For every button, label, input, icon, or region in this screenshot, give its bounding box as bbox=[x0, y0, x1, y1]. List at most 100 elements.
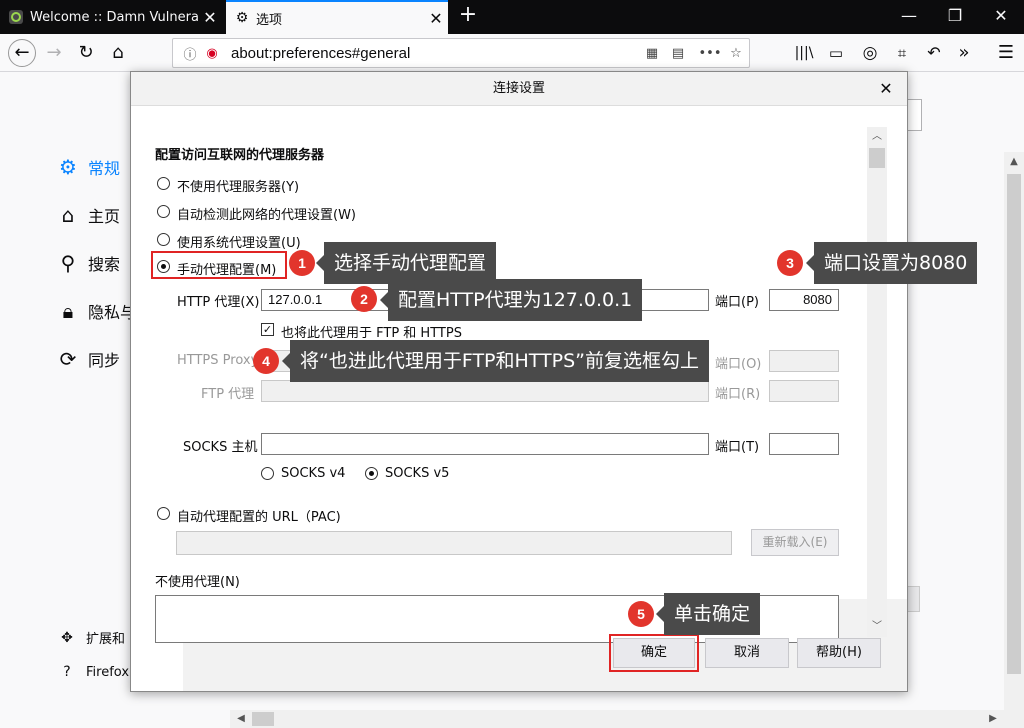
sidebar-item-privacy[interactable]: 🔒︎ 隐私与 bbox=[56, 299, 136, 323]
back-button[interactable]: ← bbox=[8, 39, 36, 67]
minimize-button[interactable]: — bbox=[886, 0, 932, 34]
undo-icon[interactable]: ↶ bbox=[920, 39, 948, 67]
ftp-port-label: 端口(R) bbox=[715, 387, 761, 402]
radio-system-proxy[interactable] bbox=[157, 233, 170, 246]
more-actions-icon[interactable]: ••• bbox=[697, 46, 723, 61]
dialog-title: 连接设置 bbox=[131, 72, 907, 106]
sidebar-toggle-icon[interactable]: ▭ bbox=[822, 39, 850, 67]
sync-icon: ⟳ bbox=[59, 347, 77, 371]
reload-button[interactable]: ↻ bbox=[72, 39, 100, 67]
scroll-thumb[interactable] bbox=[252, 712, 274, 726]
https-port-input[interactable] bbox=[769, 350, 839, 372]
section-title: 配置访问互联网的代理服务器 bbox=[155, 148, 325, 163]
overflow-chevron-icon[interactable]: » bbox=[950, 39, 978, 67]
annotation-badge-4: 4 bbox=[253, 348, 279, 374]
scroll-up-icon[interactable]: ︿ bbox=[867, 127, 887, 147]
close-window-button[interactable]: ✕ bbox=[978, 0, 1024, 34]
tab-title: 选项 bbox=[256, 12, 283, 28]
radio-pac[interactable] bbox=[157, 507, 170, 520]
url-text[interactable]: about:preferences#general bbox=[231, 45, 639, 62]
ok-button[interactable]: 确定 bbox=[613, 638, 695, 668]
help-icon: ? bbox=[63, 664, 71, 680]
horizontal-scrollbar[interactable]: ◀ ▶ bbox=[230, 710, 1004, 728]
tab-dvwa[interactable]: Welcome :: Damn Vulnerable ✕ bbox=[0, 0, 222, 34]
radio-socks-v5[interactable] bbox=[365, 467, 378, 480]
scroll-thumb[interactable] bbox=[869, 148, 885, 168]
http-proxy-label: HTTP 代理(X) bbox=[177, 295, 260, 310]
socks-v5-label[interactable]: SOCKS v5 bbox=[385, 466, 449, 481]
annotation-callout-1: 选择手动代理配置 bbox=[315, 242, 497, 284]
annotation-badge-5: 5 bbox=[628, 601, 654, 627]
radio-auto-detect[interactable] bbox=[157, 205, 170, 218]
sidebar-item-label: 搜索 bbox=[88, 255, 121, 274]
socks-port-input[interactable] bbox=[769, 433, 839, 455]
annotation-badge-3: 3 bbox=[777, 250, 803, 276]
close-icon[interactable]: ✕ bbox=[875, 72, 897, 106]
sidebar-item-support[interactable]: ? Firefox bbox=[58, 664, 129, 680]
sidebar-item-label: 常规 bbox=[88, 159, 121, 178]
radio-socks-v4[interactable] bbox=[261, 467, 274, 480]
also-use-label[interactable]: 也将此代理用于 FTP 和 HTTPS bbox=[281, 322, 462, 341]
help-button[interactable]: 帮助(H) bbox=[797, 638, 881, 668]
radio-manual-proxy[interactable] bbox=[157, 260, 170, 273]
annotation-callout-4: 将“也进此代理用于FTP和HTTPS”前复选框勾上 bbox=[281, 340, 710, 382]
account-icon[interactable]: ◎ bbox=[856, 39, 884, 67]
https-port-label: 端口(O) bbox=[715, 357, 762, 372]
reload-pac-button[interactable]: 重新载入(E) bbox=[751, 529, 839, 556]
scroll-up-icon[interactable]: ▲ bbox=[1004, 152, 1024, 172]
socks-host-label: SOCKS 主机 bbox=[183, 440, 258, 455]
info-icon[interactable]: ⓘ bbox=[181, 44, 199, 63]
qr-code-icon[interactable]: ▦ bbox=[639, 46, 665, 61]
socks-v4-label[interactable]: SOCKS v4 bbox=[281, 466, 345, 481]
page-scrollbar[interactable]: ▲ ▼ bbox=[1004, 152, 1024, 728]
bookmark-star-icon[interactable]: ☆ bbox=[723, 46, 749, 61]
pac-url-input[interactable] bbox=[176, 531, 732, 555]
sidebar-item-label: 同步 bbox=[88, 351, 121, 370]
scroll-right-icon[interactable]: ▶ bbox=[984, 710, 1002, 728]
sidebar-item-home[interactable]: ⌂ 主页 bbox=[56, 203, 120, 227]
annotation-badge-2: 2 bbox=[351, 286, 377, 312]
ftp-port-input[interactable] bbox=[769, 380, 839, 402]
socks-host-input[interactable] bbox=[261, 433, 709, 455]
sidebar-item-extensions[interactable]: ✥ 扩展和 bbox=[58, 628, 126, 648]
reader-view-icon[interactable]: ▤ bbox=[665, 46, 691, 61]
annotation-callout-5: 单击确定 bbox=[655, 593, 761, 635]
nav-bar: ← → ↻ ⌂ ⓘ ◉ about:preferences#general ▦ … bbox=[0, 34, 1024, 72]
menu-icon[interactable]: ☰ bbox=[992, 39, 1020, 67]
scroll-thumb[interactable] bbox=[1007, 174, 1021, 674]
cancel-button[interactable]: 取消 bbox=[705, 638, 789, 668]
annotation-badge-1: 1 bbox=[289, 250, 315, 276]
dialog-scrollbar[interactable]: ︿ ﹀ bbox=[867, 127, 887, 637]
pac-label[interactable]: 自动代理配置的 URL（PAC) bbox=[177, 506, 341, 525]
screenshot-icon[interactable]: ⌗ bbox=[888, 39, 916, 67]
radio-no-proxy[interactable] bbox=[157, 177, 170, 190]
annotation-callout-3: 端口设置为8080 bbox=[805, 242, 978, 284]
search-icon: ⚲ bbox=[60, 251, 76, 275]
no-proxy-label[interactable]: 不使用代理服务器(Y) bbox=[177, 176, 299, 195]
new-tab-button[interactable]: + bbox=[456, 4, 480, 28]
forward-button[interactable]: → bbox=[40, 39, 68, 67]
lock-icon: 🔒︎ bbox=[62, 299, 74, 323]
sidebar-item-sync[interactable]: ⟳ 同步 bbox=[56, 347, 120, 371]
also-use-checkbox[interactable]: ✓ bbox=[261, 323, 274, 336]
sidebar-item-label: 扩展和 bbox=[86, 632, 126, 647]
tab-preferences[interactable]: ⚙ 选项 ✕ bbox=[226, 0, 448, 34]
close-tab-icon[interactable]: ✕ bbox=[198, 8, 222, 27]
dvwa-favicon-icon bbox=[8, 9, 24, 25]
auto-detect-label[interactable]: 自动检测此网络的代理设置(W) bbox=[177, 204, 356, 223]
http-port-input[interactable]: 8080 bbox=[769, 289, 839, 311]
home-button[interactable]: ⌂ bbox=[104, 39, 132, 67]
system-proxy-label[interactable]: 使用系统代理设置(U) bbox=[177, 232, 301, 251]
scroll-down-icon[interactable]: ﹀ bbox=[867, 617, 887, 637]
sidebar-item-general[interactable]: ⚙ 常规 bbox=[56, 155, 120, 179]
scroll-left-icon[interactable]: ◀ bbox=[232, 710, 250, 728]
maximize-button[interactable]: ❐ bbox=[932, 0, 978, 34]
tab-title: Welcome :: Damn Vulnerable bbox=[30, 9, 198, 25]
url-bar[interactable]: ⓘ ◉ about:preferences#general ▦ ▤ ••• ☆ bbox=[172, 38, 750, 68]
ftp-proxy-input[interactable] bbox=[261, 380, 709, 402]
firefox-icon: ◉ bbox=[206, 45, 218, 61]
library-icon[interactable]: |||\ bbox=[790, 39, 818, 67]
close-tab-icon[interactable]: ✕ bbox=[424, 9, 448, 28]
manual-proxy-label[interactable]: 手动代理配置(M) bbox=[177, 259, 276, 278]
sidebar-item-search[interactable]: ⚲ 搜索 bbox=[56, 251, 120, 275]
